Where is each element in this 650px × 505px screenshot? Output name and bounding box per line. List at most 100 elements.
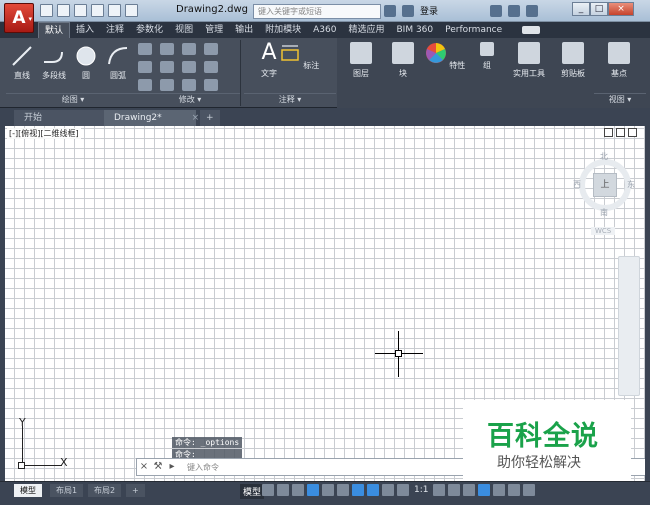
viewport-controls-label[interactable]: [-][俯视][二维线框] (7, 128, 81, 139)
save-as-icon[interactable] (91, 4, 104, 17)
polyline-tool[interactable]: 多段线 (38, 40, 70, 96)
add-layout-button[interactable]: + (126, 484, 145, 497)
units-icon[interactable] (463, 484, 476, 496)
properties-tool[interactable]: 特性 (424, 42, 466, 71)
draw-panel-footer[interactable]: 绘图 ▾ (6, 93, 140, 105)
application-menu-button[interactable]: A ▾ (4, 3, 34, 33)
copy-icon[interactable] (160, 61, 174, 73)
save-icon[interactable] (74, 4, 87, 17)
model-space-button[interactable]: 模型 (240, 484, 265, 499)
tab-model[interactable]: 模型 (14, 484, 42, 497)
osnap-icon[interactable] (352, 484, 364, 496)
compass-north[interactable]: 北 (600, 151, 608, 162)
drawing-canvas[interactable]: [-][俯视][二维线框] 北 南 西 东 上 WCS Y X 命令: _opt… (5, 126, 645, 481)
tab-output[interactable]: 输出 (229, 22, 259, 38)
tab-addins[interactable]: 附加模块 (259, 22, 307, 38)
scale-icon[interactable] (182, 79, 196, 91)
command-prompt-icon[interactable]: ▸ (165, 460, 179, 474)
modify-panel-footer[interactable]: 修改 ▾ (140, 93, 240, 105)
tab-insert[interactable]: 插入 (70, 22, 100, 38)
workspace-gear-icon[interactable] (433, 484, 446, 496)
grid-icon[interactable] (262, 484, 274, 496)
plus-icon[interactable] (448, 484, 461, 496)
tab-featured-apps[interactable]: 精选应用 (342, 22, 390, 38)
polar-icon[interactable] (307, 484, 319, 496)
circle-tool[interactable]: 圆 (70, 40, 102, 96)
viewport-minimize-icon[interactable] (604, 128, 613, 137)
new-tab-button[interactable]: + (200, 110, 220, 126)
compass-east[interactable]: 东 (627, 179, 635, 190)
block-tool[interactable]: 块 (382, 42, 424, 79)
ortho-icon[interactable] (292, 484, 304, 496)
minimize-button[interactable]: _ (572, 2, 590, 16)
clean-screen-icon[interactable] (508, 484, 521, 496)
compass-west[interactable]: 西 (573, 179, 581, 190)
tab-start[interactable]: 开始 (14, 110, 104, 126)
mirror-icon[interactable] (182, 61, 196, 73)
annotate-panel-footer[interactable]: 注释 ▾ (244, 93, 336, 105)
group-tool[interactable]: 组 (466, 42, 508, 71)
tab-performance[interactable]: Performance (439, 22, 508, 38)
hardware-acceleration-icon[interactable] (493, 484, 506, 496)
array-icon[interactable] (204, 79, 218, 91)
tab-annotate[interactable]: 注释 (100, 22, 130, 38)
wcs-menu[interactable]: WCS (591, 227, 616, 235)
stretch-icon[interactable] (160, 79, 174, 91)
utilities-tool[interactable]: 实用工具 (508, 42, 550, 79)
annotation-visibility-icon[interactable] (367, 484, 379, 496)
navigation-bar[interactable] (618, 256, 640, 396)
wrench-icon[interactable]: ⚒ (151, 460, 165, 474)
new-file-icon[interactable] (40, 4, 53, 17)
tab-layout2[interactable]: 布局2 (88, 484, 122, 497)
fillet-icon[interactable] (204, 61, 218, 73)
help-icon[interactable] (526, 4, 539, 17)
compass-south[interactable]: 南 (600, 207, 608, 218)
arc-tool[interactable]: 圆弧 (102, 40, 134, 96)
open-file-icon[interactable] (57, 4, 70, 17)
viewcube[interactable]: 北 南 西 东 上 WCS (573, 151, 643, 241)
trim-icon[interactable] (204, 43, 218, 55)
isolate-objects-icon[interactable] (478, 484, 491, 496)
tab-bim360[interactable]: BIM 360 (390, 22, 439, 38)
annotation-scale-icon[interactable] (397, 484, 409, 496)
search-input[interactable]: 键入关键字或短语 (253, 4, 381, 19)
object-track-icon[interactable] (337, 484, 349, 496)
auto-scale-icon[interactable] (382, 484, 394, 496)
close-button[interactable]: × (608, 2, 634, 16)
viewport-close-icon[interactable] (628, 128, 637, 137)
user-icon[interactable] (402, 4, 414, 17)
maximize-button[interactable]: □ (590, 2, 608, 16)
sign-in-link[interactable]: 登录 (420, 4, 438, 17)
tab-parametric[interactable]: 参数化 (130, 22, 169, 38)
rectangle-icon[interactable] (138, 43, 152, 55)
exchange-icon[interactable] (490, 4, 503, 17)
viewport-restore-icon[interactable] (616, 128, 625, 137)
a360-icon[interactable] (508, 4, 521, 17)
snap-icon[interactable] (277, 484, 289, 496)
undo-icon[interactable] (125, 4, 138, 17)
hatch-icon[interactable] (138, 61, 152, 73)
tab-a360[interactable]: A360 (307, 22, 342, 38)
isodraft-icon[interactable] (322, 484, 334, 496)
binoculars-icon[interactable] (384, 4, 396, 17)
line-tool[interactable]: 直线 (6, 40, 38, 96)
clipboard-tool[interactable]: 剪贴板 (552, 42, 594, 79)
annotation-scale-value[interactable]: 1:1 (414, 485, 428, 495)
close-icon[interactable]: × (192, 113, 200, 123)
dimension-tool[interactable]: 标注 (278, 42, 320, 71)
move-icon[interactable] (160, 43, 174, 55)
layers-tool[interactable]: 图层 (340, 42, 382, 79)
base-point-tool[interactable]: 基点 (598, 42, 640, 79)
close-icon[interactable]: × (137, 460, 151, 474)
tab-drawing2[interactable]: Drawing2* × (104, 110, 199, 126)
viewcube-top-face[interactable]: 上 (593, 173, 617, 197)
tab-layout1[interactable]: 布局1 (50, 484, 84, 497)
tab-manage[interactable]: 管理 (199, 22, 229, 38)
ribbon-options-icon[interactable] (522, 26, 541, 34)
command-input[interactable]: 键入命令 (187, 462, 219, 473)
customization-menu-icon[interactable] (523, 484, 536, 496)
tab-default[interactable]: 默认 (38, 22, 71, 38)
tab-view[interactable]: 视图 (169, 22, 199, 38)
view-panel-footer[interactable]: 视图 ▾ (594, 93, 646, 105)
rotate-icon[interactable] (182, 43, 196, 55)
